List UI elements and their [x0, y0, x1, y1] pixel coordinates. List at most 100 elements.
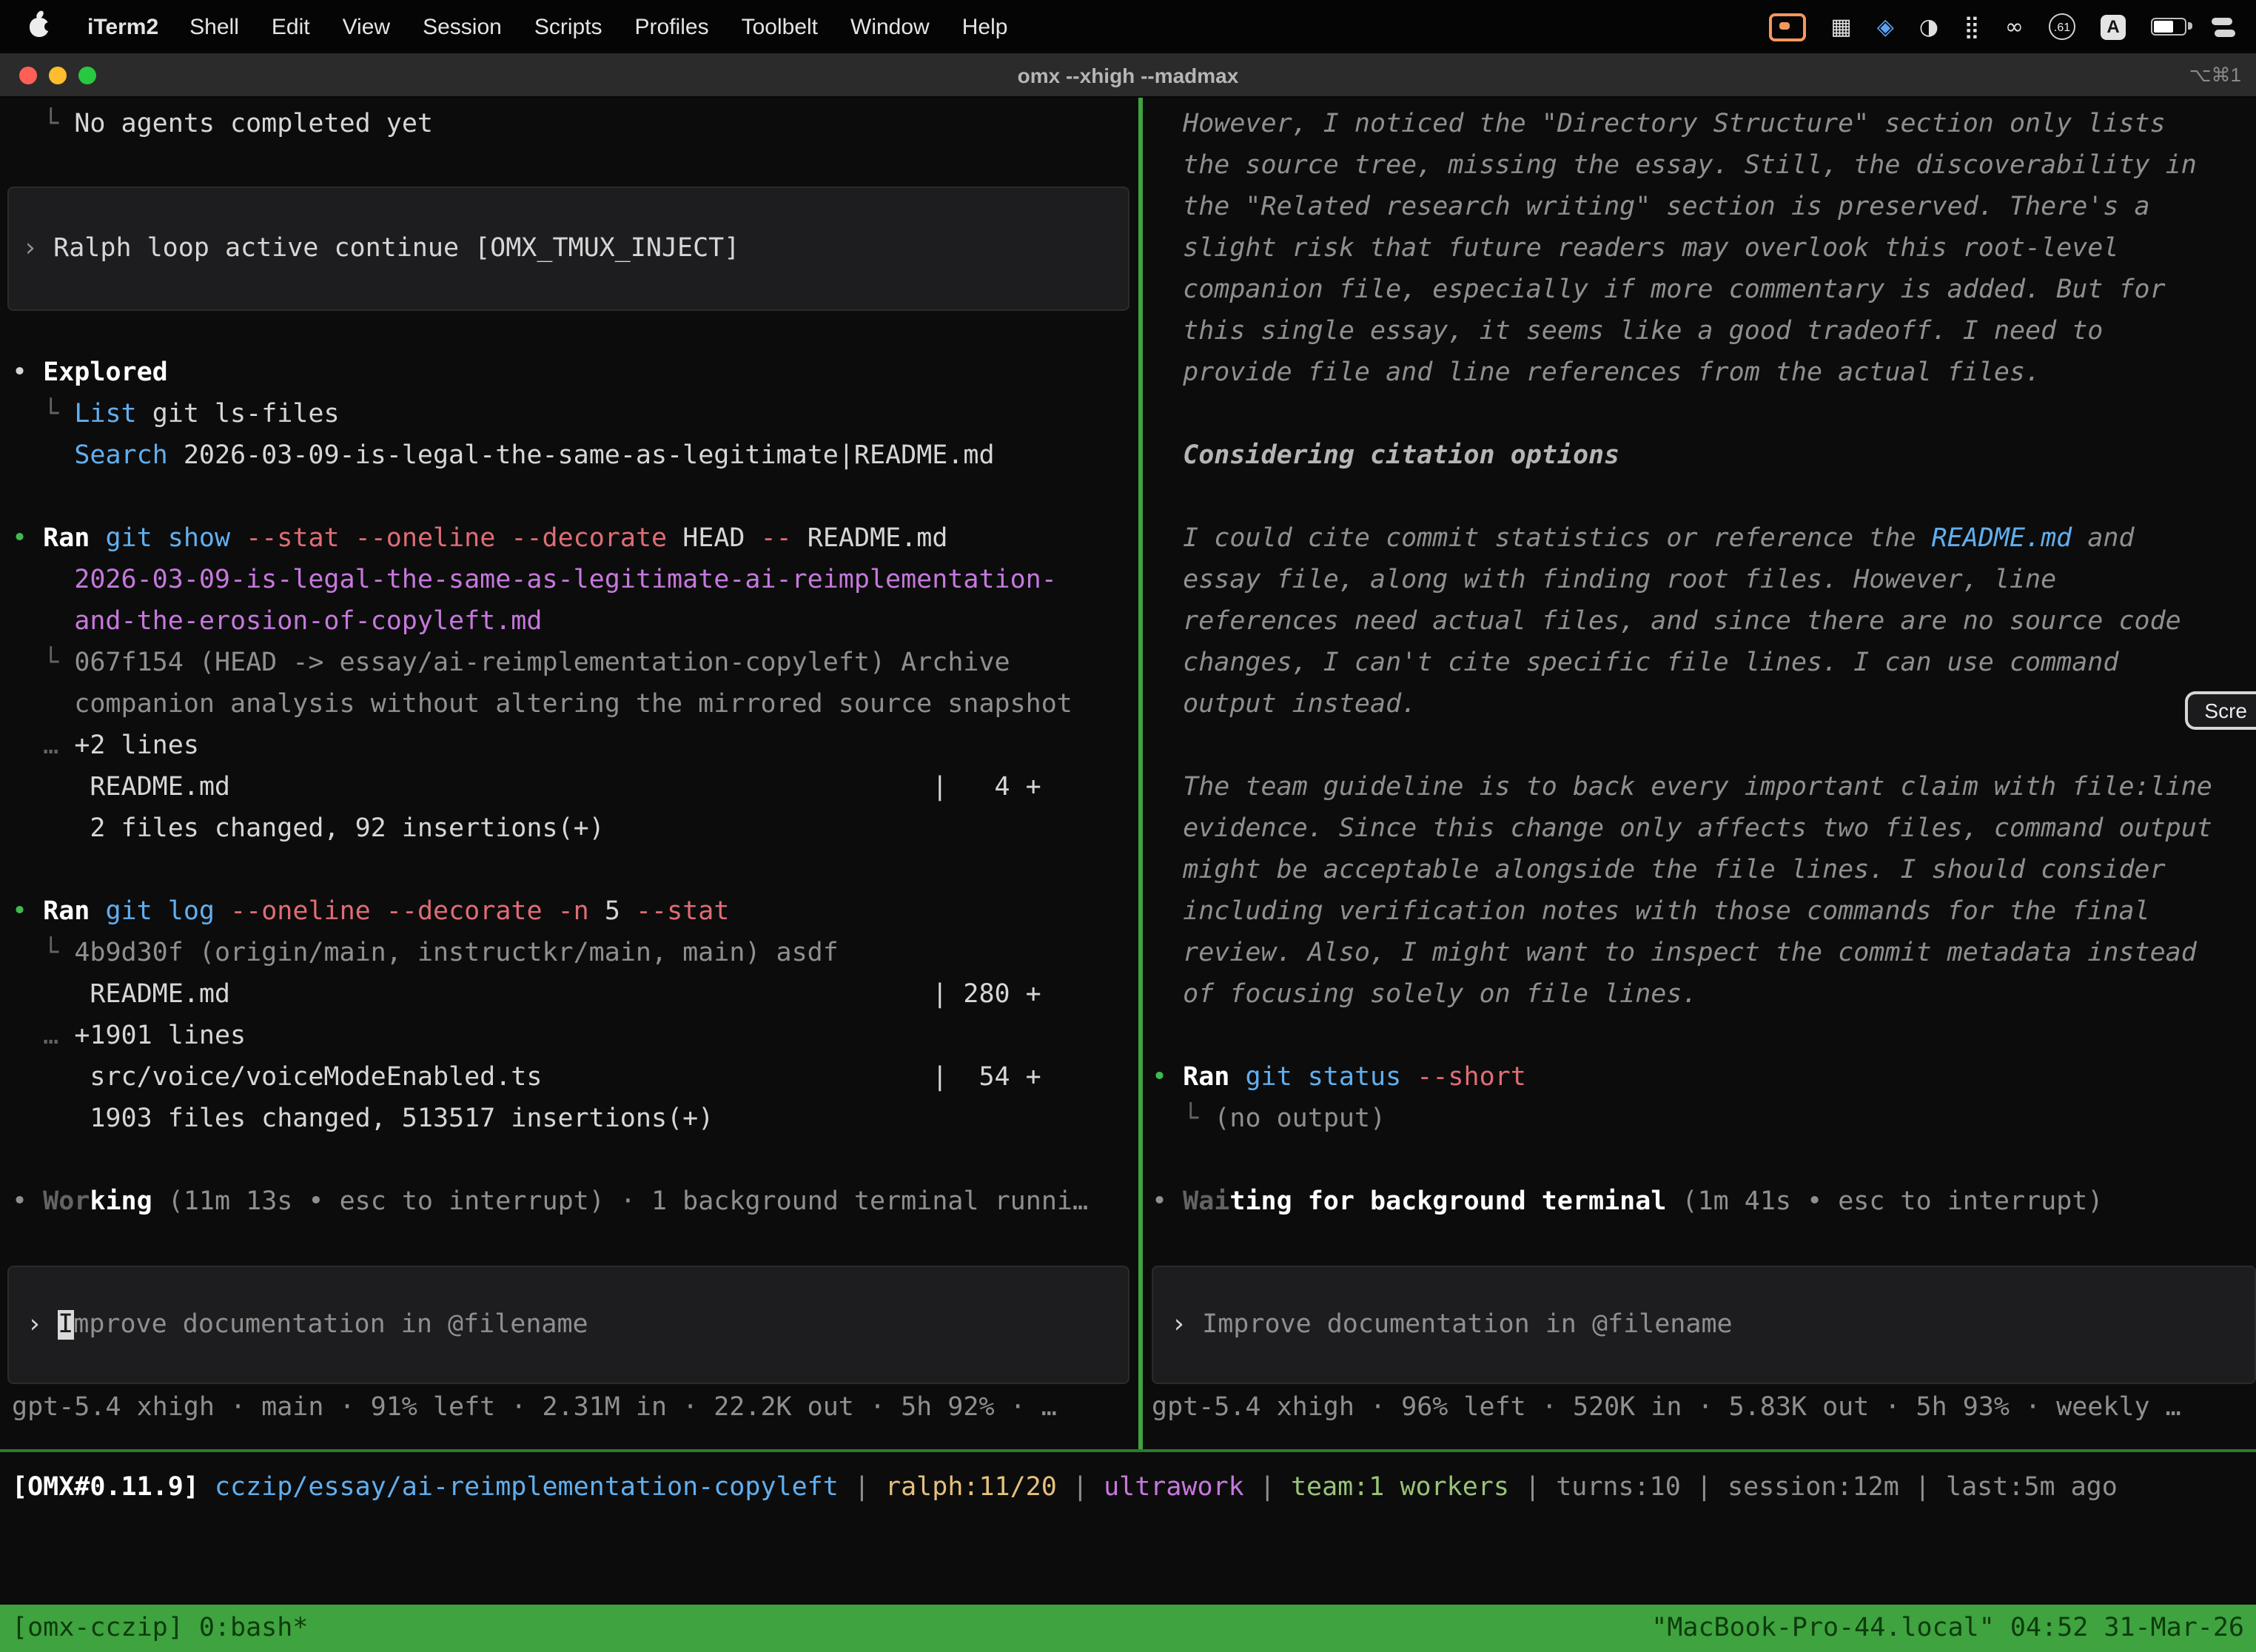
text-cursor: I [58, 1310, 73, 1340]
menu-item-edit[interactable]: Edit [255, 14, 326, 39]
text-segment: --oneline --decorate -n [230, 897, 589, 927]
window-grid-icon[interactable]: ▦ [1830, 13, 1851, 40]
screen-recording-indicator-icon[interactable] [1768, 13, 1805, 41]
terminal-line: • Ran git log --oneline --decorate -n 5 … [12, 891, 1138, 933]
zoom-window-button[interactable] [78, 67, 96, 84]
last-activity: last:5m ago [1946, 1473, 2118, 1502]
tmux-session-window[interactable]: [omx-cczip] 0:bash* [12, 1614, 308, 1643]
text-segment: might be acceptable alongside the file l… [1152, 856, 2166, 885]
menu-item-view[interactable]: View [326, 14, 407, 39]
terminal-line: └ (no output) [1152, 1098, 2256, 1140]
text-segment: └ [12, 110, 74, 139]
menu-item-profiles[interactable]: Profiles [619, 14, 725, 39]
text-segment: 1903 files changed, 513517 insertions(+) [12, 1104, 714, 1134]
battery-icon[interactable] [2151, 18, 2186, 36]
text-segment [215, 897, 230, 927]
control-center-icon[interactable] [2212, 17, 2235, 36]
text-segment [230, 524, 246, 554]
text-segment [1229, 1063, 1245, 1092]
separator: | [1244, 1473, 1291, 1502]
terminal-line [12, 477, 1138, 518]
terminal-line: README.md | 4 + [12, 767, 1138, 808]
prompt-chevron: › [27, 1310, 58, 1340]
right-terminal-pane[interactable]: However, I noticed the "Directory Struct… [1143, 98, 2256, 1449]
prompt-input-left[interactable]: › Improve documentation in @filename [7, 1266, 1129, 1384]
terminal-line: 2 files changed, 92 insertions(+) [12, 808, 1138, 850]
menu-item-shell[interactable]: Shell [173, 14, 255, 39]
menu-item-help[interactable]: Help [946, 14, 1024, 39]
text-segment: HEAD [667, 524, 760, 554]
text-segment: However, I noticed the "Directory Struct… [1152, 110, 2166, 139]
text-segment: -- [761, 524, 792, 554]
text-segment [1401, 1063, 1417, 1092]
terminal-line [1152, 725, 2256, 767]
input-source-icon[interactable]: A [2101, 14, 2126, 39]
text-segment: 5 [589, 897, 636, 927]
inject-banner: › Ralph loop active continue [OMX_TMUX_I… [7, 187, 1129, 311]
text-segment: Wai [1183, 1187, 1229, 1217]
text-segment: essay file, along with finding root file… [1152, 565, 2056, 595]
apple-menu-icon[interactable] [30, 17, 49, 36]
separator: | [1509, 1473, 1556, 1502]
text-segment [90, 897, 105, 927]
close-window-button[interactable] [19, 67, 37, 84]
terminal-line: 2026-03-09-is-legal-the-same-as-legitima… [12, 560, 1138, 601]
separator: | [1057, 1473, 1104, 1502]
terminal-line [1152, 1015, 2256, 1057]
terminal-panes: └ No agents completed yet › Ralph loop ac… [0, 98, 2256, 1449]
menu-item-window[interactable]: Window [834, 14, 946, 39]
terminal-line: Considering citation options [1152, 435, 2256, 477]
terminal-line [1152, 394, 2256, 435]
terminal-line: changes, I can't cite specific file line… [1152, 642, 2256, 684]
text-segment: git show [105, 524, 230, 554]
left-terminal-pane[interactable]: └ No agents completed yet › Ralph loop ac… [0, 98, 1138, 1449]
text-segment: Search [74, 441, 167, 471]
terminal-line: I could cite commit statistics or refere… [1152, 518, 2256, 560]
tmux-host-clock: "MacBook-Pro-44.local" 04:52 31-Mar-26 [1651, 1614, 2244, 1643]
text-segment: this single essay, it seems like a good … [1152, 317, 2103, 346]
turns-count: turns:10 [1556, 1473, 1681, 1502]
terminal-line: evidence. Since this change only affects… [1152, 808, 2256, 850]
minimize-window-button[interactable] [49, 67, 67, 84]
text-segment: • [12, 1187, 43, 1217]
terminal-line: essay file, along with finding root file… [1152, 560, 2256, 601]
text-segment: Explored [43, 358, 168, 388]
app-icon-contrast[interactable]: ◑ [1919, 13, 1938, 40]
menu-bar: iTerm2 ShellEditViewSessionScriptsProfil… [0, 0, 2256, 53]
app-icon-blue[interactable]: ◈ [1877, 13, 1894, 40]
ralph-progress: ralph:11/20 [885, 1473, 1057, 1502]
text-segment: (1m 41s • esc to interrupt) [1682, 1187, 2104, 1217]
text-segment: • [12, 897, 43, 927]
gauge-icon[interactable]: .61 [2049, 13, 2075, 40]
text-segment: --stat --oneline --decorate [246, 524, 667, 554]
session-duration: session:12m [1728, 1473, 1899, 1502]
terminal-line: including verification notes with those … [1152, 891, 2256, 933]
text-segment: 2026-03-09-is-legal-the-same-as-legitima… [12, 565, 1057, 595]
left-pane-output: └ No agents completed yet› Ralph loop ac… [12, 104, 1138, 1223]
terminal-line: Search 2026-03-09-is-legal-the-same-as-l… [12, 435, 1138, 477]
terminal-line: provide file and line references from th… [1152, 352, 2256, 394]
terminal-line [12, 145, 1138, 187]
window-title: omx --xhigh --madmax [0, 63, 2256, 87]
text-segment: +1901 lines [74, 1021, 246, 1051]
dots-grid-icon[interactable]: ⣿ [1964, 13, 1980, 40]
loop-app-icon[interactable]: ∞ [2005, 13, 2024, 40]
menu-item-toolbelt[interactable]: Toolbelt [725, 14, 834, 39]
terminal-line: • Ran git show --stat --oneline --decora… [12, 518, 1138, 560]
menu-item-session[interactable]: Session [406, 14, 518, 39]
mode-ultrawork: ultrawork [1104, 1473, 1244, 1502]
text-segment: • [1152, 1187, 1183, 1217]
screen-edge-pill[interactable]: Scre [2185, 691, 2256, 730]
menu-item-scripts[interactable]: Scripts [518, 14, 619, 39]
text-segment: No agents completed yet [74, 110, 433, 139]
omx-status-bar: [OMX#0.11.9] cczip/essay/ai-reimplementa… [0, 1467, 2256, 1508]
terminal-line: slight risk that future readers may over… [1152, 228, 2256, 269]
text-segment: The team guideline is to back every impo… [1152, 773, 2212, 802]
menubar-app-name[interactable]: iTerm2 [73, 14, 173, 39]
terminal-line [12, 1140, 1138, 1181]
model-status-text: gpt-5.4 xhigh · 96% left · 520K in · 5.8… [1152, 1393, 2181, 1423]
text-segment: (11m 13s • esc to interrupt) [168, 1187, 605, 1217]
screen: iTerm2 ShellEditViewSessionScriptsProfil… [0, 0, 2256, 1652]
prompt-input-right[interactable]: › Improve documentation in @filename [1152, 1266, 2256, 1384]
terminal-line [12, 311, 1138, 352]
